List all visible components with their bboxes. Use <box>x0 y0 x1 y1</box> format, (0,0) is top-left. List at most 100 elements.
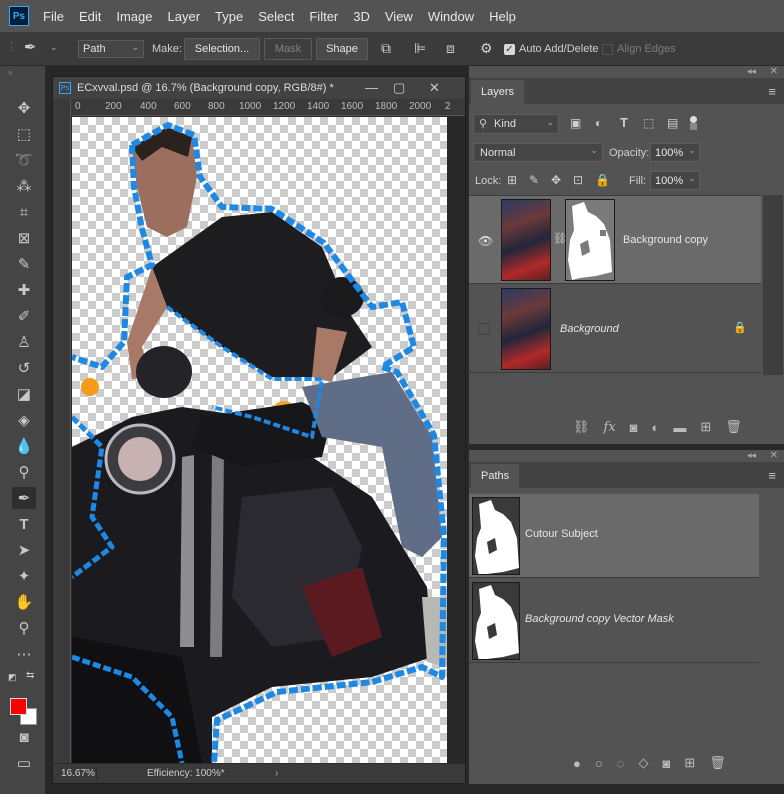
menu-select[interactable]: Select <box>258 9 294 24</box>
menu-file[interactable]: File <box>43 9 64 24</box>
fill-path-icon[interactable]: ● <box>573 756 581 771</box>
pen-icon[interactable]: ✒ <box>12 487 36 509</box>
align-edges-checkbox[interactable] <box>602 44 613 55</box>
eyedropper-icon[interactable]: ✎ <box>12 253 36 275</box>
pen-mode-dropdown[interactable]: Path ⌄ <box>78 40 144 58</box>
vector-mask-thumbnail[interactable] <box>565 199 615 281</box>
eye-icon[interactable]: 👁 <box>478 234 493 248</box>
lock-transparent-icon[interactable]: ⊞ <box>507 173 517 187</box>
pen-tool-preset-icon[interactable]: ✒ <box>24 38 37 56</box>
make-selection-button[interactable]: Selection... <box>184 38 260 60</box>
zoom-level[interactable]: 16.67% <box>53 768 97 779</box>
shape-filter-icon[interactable]: ⬚ <box>643 116 654 130</box>
stamp-icon[interactable]: ♙ <box>12 331 36 353</box>
canvas-area[interactable] <box>72 117 447 763</box>
zoom-icon[interactable]: ⚲ <box>12 617 36 639</box>
make-work-path-icon[interactable]: ◇ <box>638 755 648 771</box>
smart-object-filter-icon[interactable]: ▤ <box>667 116 678 130</box>
minimize-icon[interactable]: — <box>365 80 378 95</box>
marquee-icon[interactable]: ⬚ <box>12 123 36 145</box>
lock-image-icon[interactable]: ✎ <box>529 173 539 187</box>
healing-icon[interactable]: ✚ <box>12 279 36 301</box>
stroke-path-icon[interactable]: ○ <box>595 756 603 771</box>
filter-kind-dropdown[interactable]: ⚲ Kind ⌄ <box>473 114 559 134</box>
path-row-vector-mask[interactable]: Background copy Vector Mask <box>469 579 759 663</box>
blend-mode-dropdown[interactable]: Normal ⌄ <box>473 143 603 162</box>
chevron-down-icon[interactable]: ⌄ <box>50 42 58 53</box>
vertical-ruler[interactable] <box>53 99 71 763</box>
default-colors-icon[interactable]: ◩ <box>8 672 17 683</box>
custom-shape-icon[interactable]: ✦ <box>12 565 36 587</box>
fill-field[interactable]: 100% ⌄ <box>650 171 700 190</box>
path-select-icon[interactable]: ➤ <box>12 539 36 561</box>
layers-scrollbar[interactable] <box>763 195 783 375</box>
document-tab[interactable]: Ps ECxvval.psd @ 16.7% (Background copy,… <box>53 77 465 99</box>
make-shape-button[interactable]: Shape <box>316 38 368 60</box>
adjustment-filter-icon[interactable]: ◐ <box>595 116 602 130</box>
new-layer-icon[interactable]: ⊞ <box>700 419 711 435</box>
panel-menu-icon[interactable]: ≡ <box>768 468 776 483</box>
lock-all-icon[interactable]: 🔒 <box>595 173 610 187</box>
quick-select-icon[interactable]: ⁂ <box>12 175 36 197</box>
layer-row-background[interactable]: Background 🔒 <box>469 285 761 373</box>
delete-layer-icon[interactable]: 🗑 <box>725 419 742 435</box>
add-mask-icon[interactable]: ◙ <box>630 420 638 435</box>
menu-filter[interactable]: Filter <box>309 9 338 24</box>
close-icon[interactable]: ✕ <box>429 80 440 96</box>
make-mask-button[interactable]: Mask <box>264 38 312 60</box>
filter-toggle[interactable] <box>690 116 697 130</box>
menu-layer[interactable]: Layer <box>168 9 201 24</box>
hand-icon[interactable]: ✋ <box>12 591 36 613</box>
visibility-toggle[interactable] <box>478 323 490 335</box>
menu-edit[interactable]: Edit <box>79 9 101 24</box>
lasso-icon[interactable]: ➰ <box>12 149 36 171</box>
history-brush-icon[interactable]: ↺ <box>12 357 36 379</box>
menu-image[interactable]: Image <box>116 9 152 24</box>
path-name[interactable]: Cutour Subject <box>525 528 598 540</box>
cutout-image[interactable] <box>72 117 447 763</box>
brush-icon[interactable]: ✐ <box>12 305 36 327</box>
type-filter-icon[interactable]: T <box>620 115 628 130</box>
blur-icon[interactable]: 💧 <box>12 435 36 457</box>
more-tools-icon[interactable]: ⋯ <box>12 643 36 665</box>
menu-help[interactable]: Help <box>489 9 516 24</box>
menu-window[interactable]: Window <box>428 9 474 24</box>
fx-icon[interactable]: fx <box>604 420 616 435</box>
path-arrangement-icon[interactable]: ⧈ <box>446 40 455 57</box>
quick-mask-icon[interactable]: ◙ <box>12 726 36 748</box>
layer-thumbnail[interactable] <box>501 288 551 370</box>
path-name[interactable]: Background copy Vector Mask <box>525 613 674 625</box>
type-icon[interactable]: T <box>12 513 36 535</box>
foreground-color-swatch[interactable] <box>10 698 27 715</box>
close-panel-icon[interactable]: ✕ <box>770 450 778 461</box>
layer-name[interactable]: Background copy <box>623 234 708 246</box>
layer-thumbnail[interactable] <box>501 199 551 281</box>
path-operations-icon[interactable]: ⧉ <box>381 40 391 57</box>
paint-bucket-icon[interactable]: ◈ <box>12 409 36 431</box>
move-icon[interactable]: ✥ <box>12 97 36 119</box>
add-mask-icon[interactable]: ◙ <box>662 756 670 771</box>
menu-3d[interactable]: 3D <box>353 9 370 24</box>
load-selection-icon[interactable]: ◌ <box>617 756 625 771</box>
collapse-icon[interactable]: » <box>8 68 12 77</box>
maximize-icon[interactable]: ▢ <box>393 80 405 96</box>
layer-row-background-copy[interactable]: 👁 ⛓ Background copy <box>469 196 761 284</box>
path-row-cutout-subject[interactable]: Cutour Subject <box>469 494 759 578</box>
adjustment-layer-icon[interactable]: ◐ <box>652 420 660 435</box>
opacity-field[interactable]: 100% ⌄ <box>650 143 700 162</box>
collapse-icon[interactable]: ◂◂ <box>747 66 756 77</box>
auto-add-delete-checkbox[interactable]: ✓ <box>504 44 515 55</box>
link-layers-icon[interactable]: ⛓ <box>573 419 590 435</box>
close-panel-icon[interactable]: ✕ <box>770 66 778 77</box>
dodge-icon[interactable]: ⚲ <box>12 461 36 483</box>
menu-type[interactable]: Type <box>215 9 243 24</box>
tab-paths[interactable]: Paths <box>471 464 520 488</box>
crop-icon[interactable]: ⌗ <box>12 201 36 223</box>
layer-name[interactable]: Background <box>560 323 619 335</box>
pixel-filter-icon[interactable]: ▣ <box>570 116 581 130</box>
frame-icon[interactable]: ⊠ <box>12 227 36 249</box>
status-menu-icon[interactable]: › <box>275 768 278 779</box>
horizontal-ruler[interactable]: 0 200 400 600 800 1000 1200 1400 1600 18… <box>71 99 465 116</box>
panel-menu-icon[interactable]: ≡ <box>768 84 776 99</box>
path-alignment-icon[interactable]: ⊫ <box>414 40 426 57</box>
